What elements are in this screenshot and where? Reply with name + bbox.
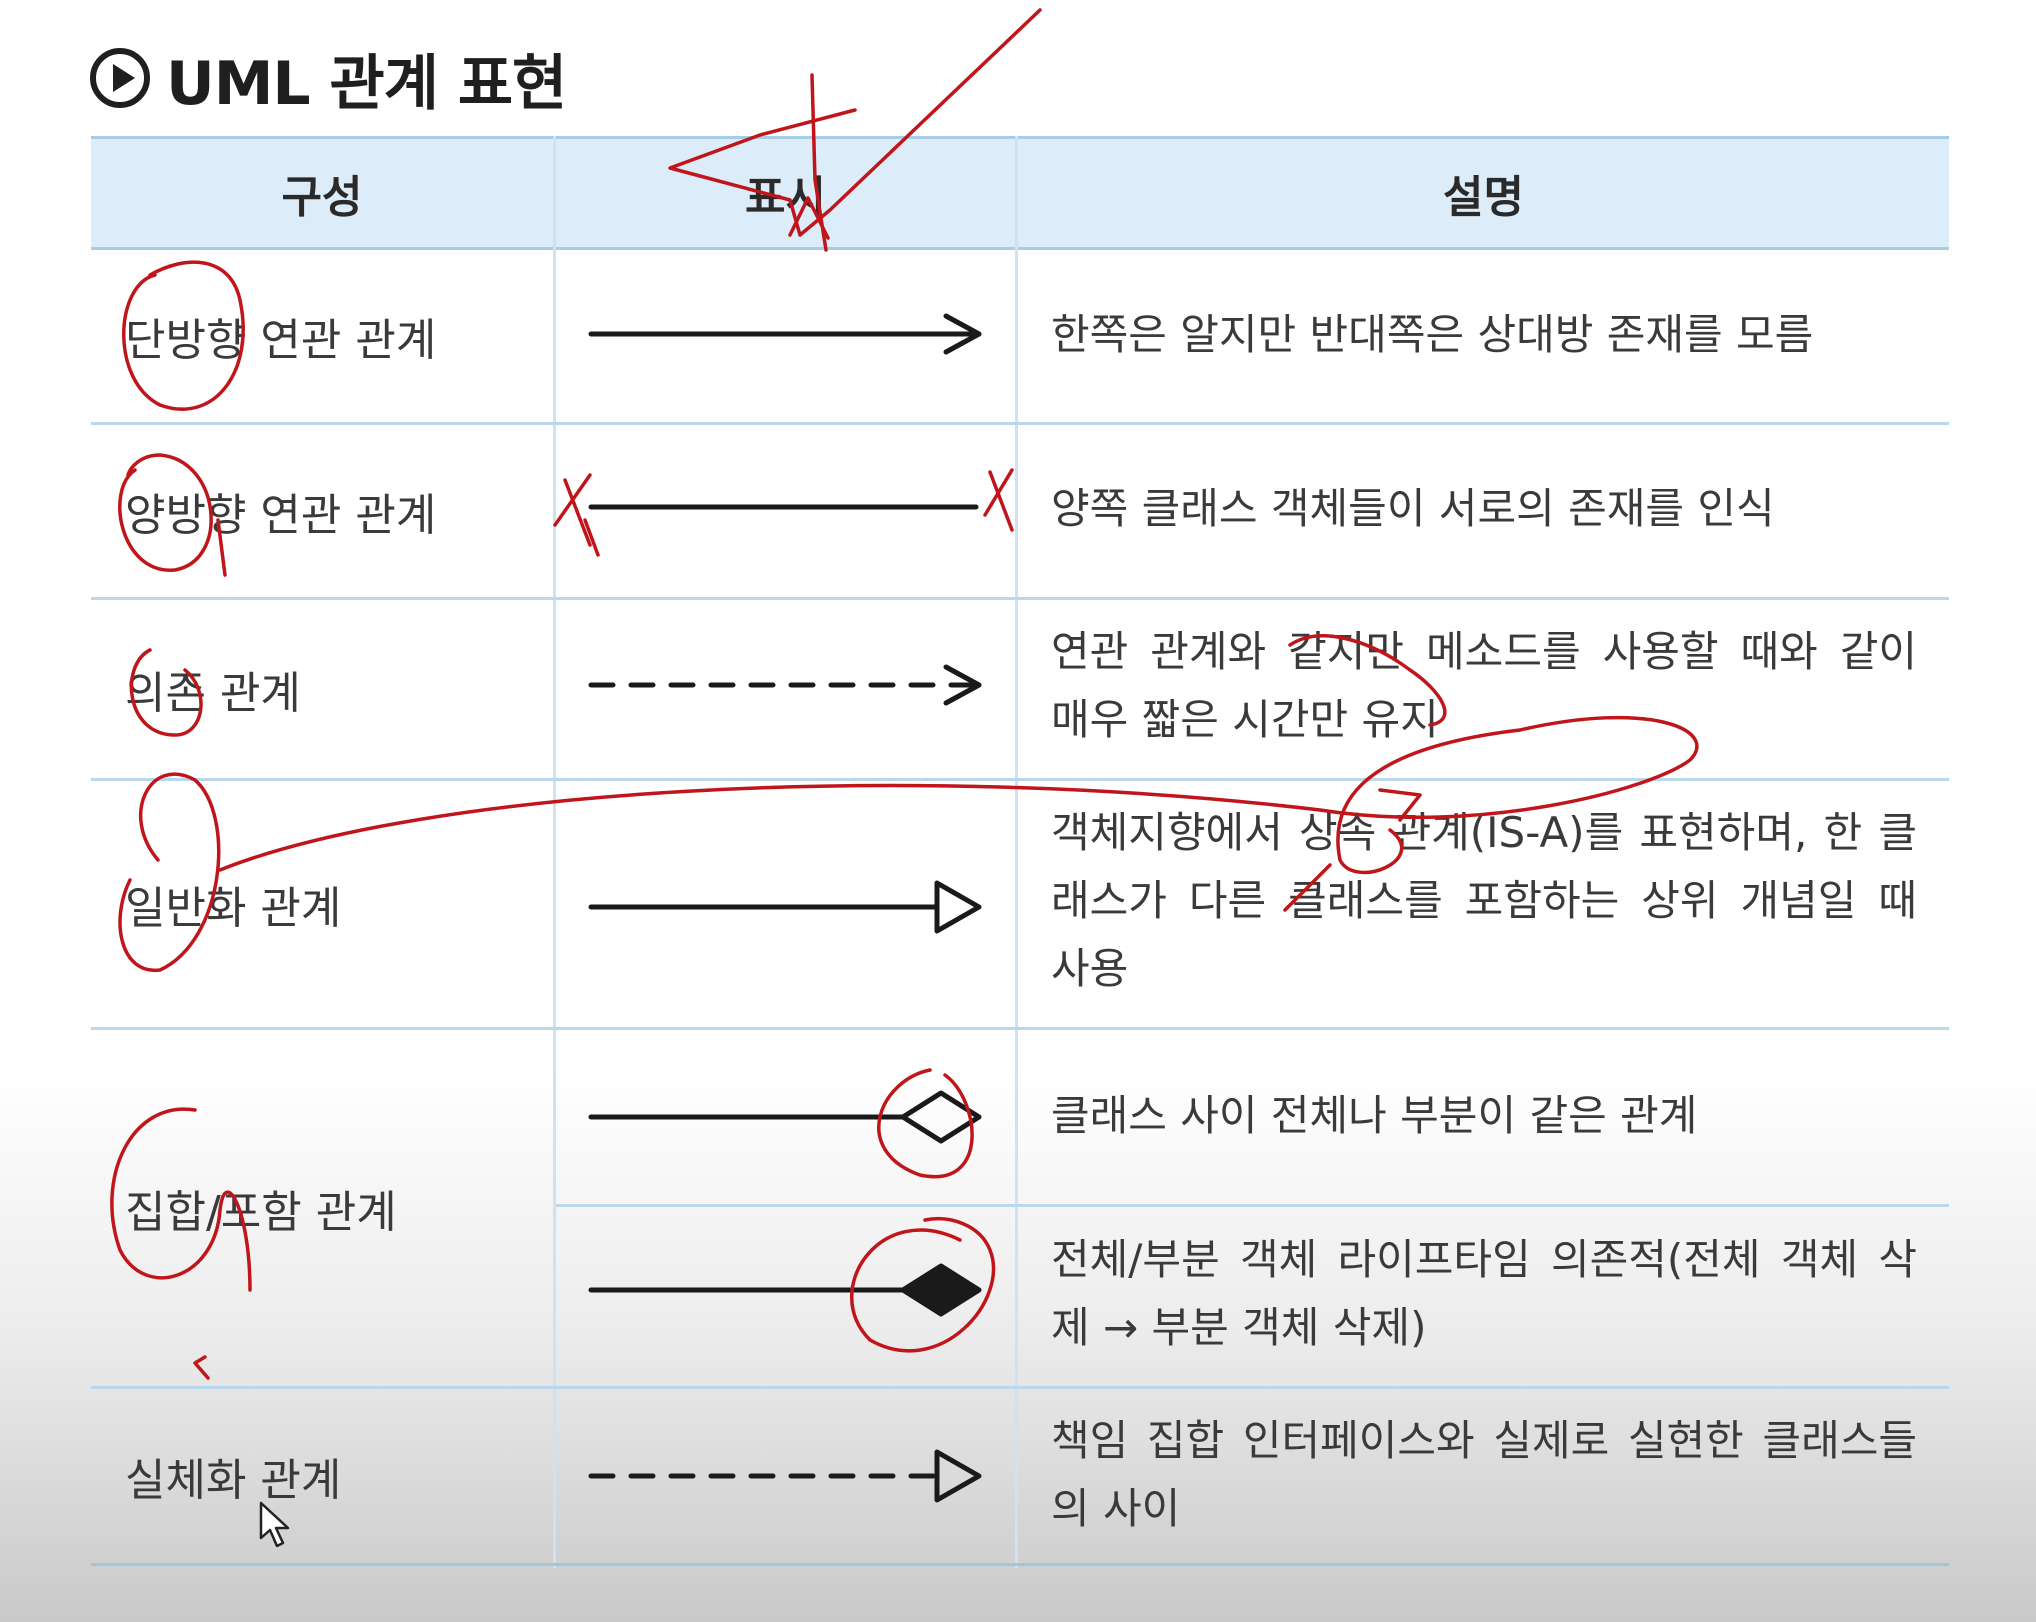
generalization-triangle-arrow (588, 880, 982, 934)
page: { "title": "UML 관계 표현", "table": { "head… (0, 0, 2036, 1622)
mouse-cursor-icon (259, 1501, 290, 1548)
unidirectional-association-arrow (588, 313, 982, 355)
aggregation-hollow-diamond (588, 1090, 982, 1144)
play-circle-icon (90, 48, 150, 108)
dependency-dashed-arrow (588, 664, 982, 706)
section-title: UML 관계 표현 (88, 38, 567, 119)
realization-dashed-triangle (588, 1449, 982, 1503)
page-title: UML 관계 표현 (166, 48, 567, 119)
uml-relations-table: 구성 표시 설명 단방향 연관 관계 한쪽은 알지만 반대쪽은 상대방 존재를 … (91, 136, 1949, 1568)
notation-symbols (588, 313, 982, 1503)
composition-filled-diamond (588, 1263, 982, 1317)
